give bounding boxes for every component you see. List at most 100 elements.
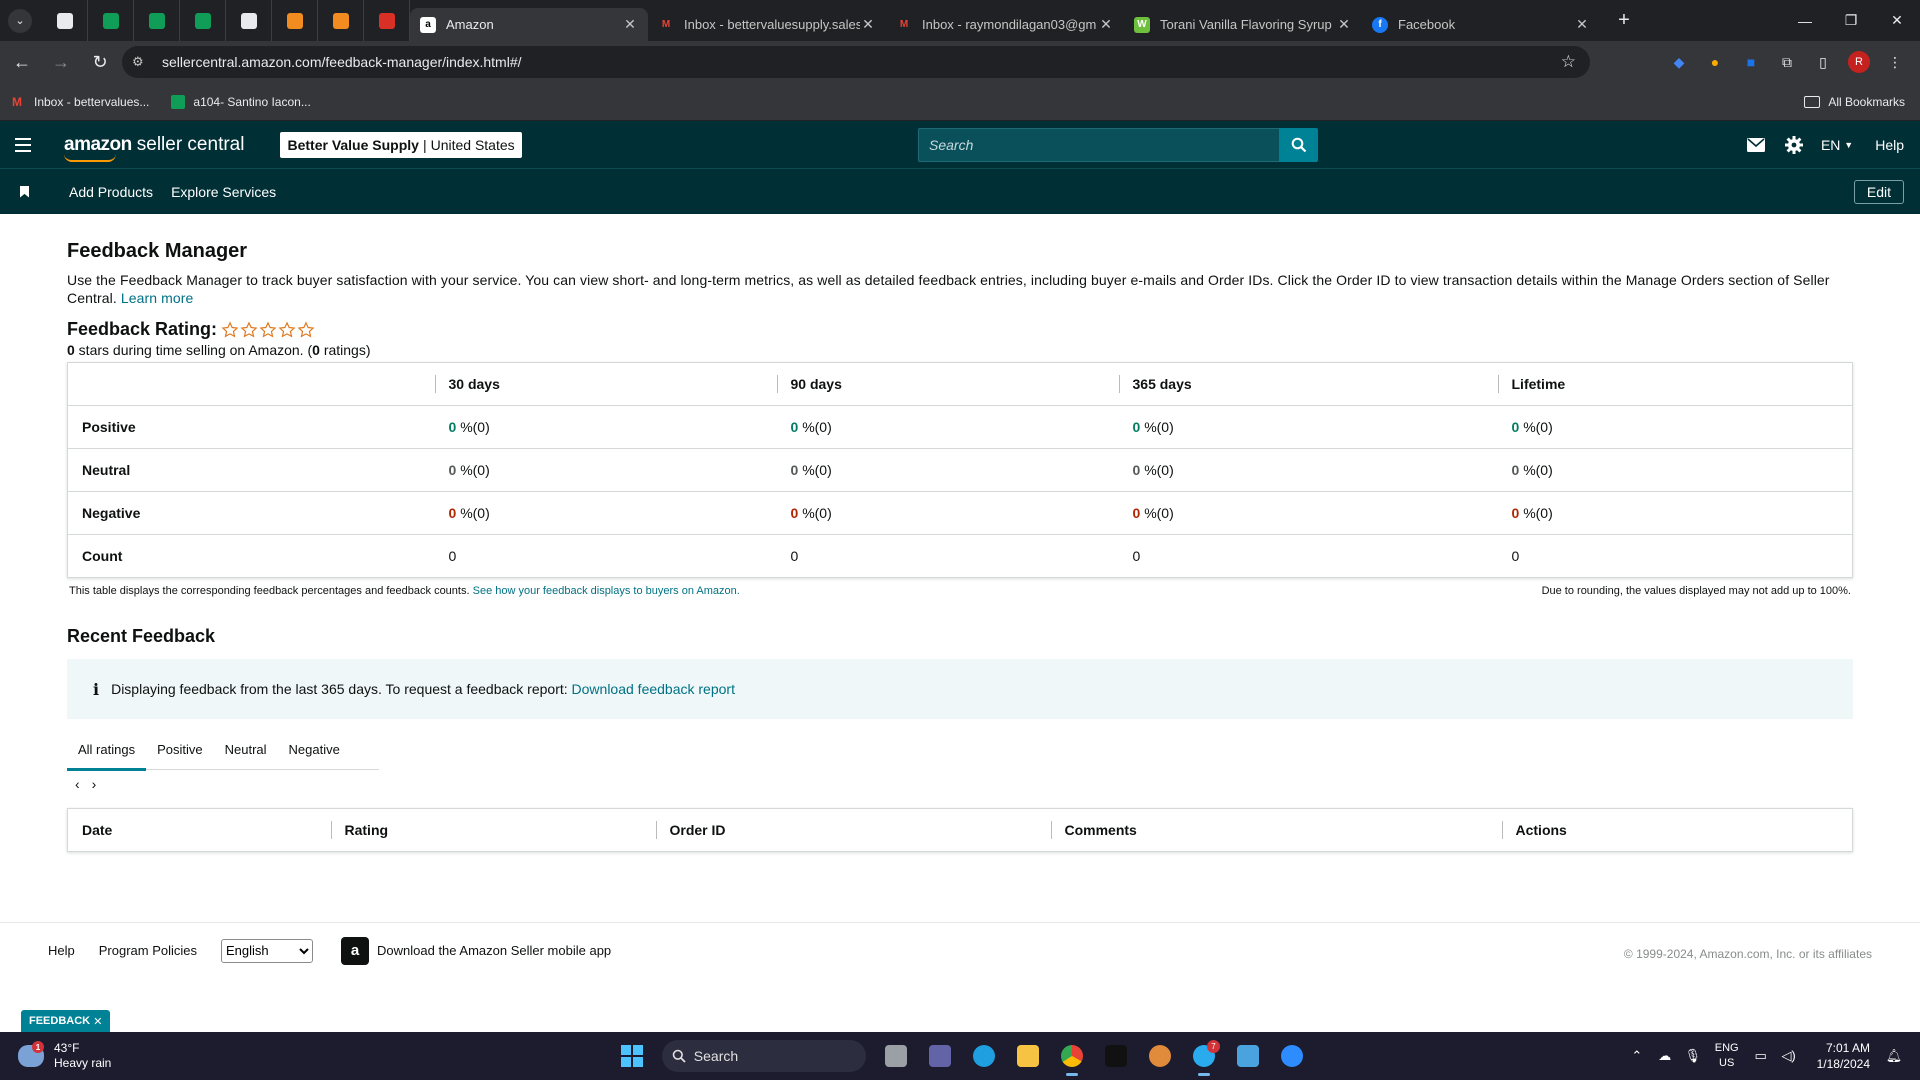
pinned-tab[interactable] xyxy=(318,0,364,41)
extension-icon[interactable]: ● xyxy=(1704,51,1726,73)
tab-all-ratings[interactable]: All ratings xyxy=(67,736,147,771)
restore-icon[interactable]: ❐ xyxy=(1828,0,1874,41)
header-help-link[interactable]: Help xyxy=(1875,137,1904,153)
tiktok-app[interactable] xyxy=(1098,1038,1134,1074)
microphone-icon[interactable]: 🎙︎ xyxy=(1679,1048,1707,1064)
feedback-display-link[interactable]: See how your feedback displays to buyers… xyxy=(473,585,740,597)
tab-amazon[interactable]: a Amazon ✕ xyxy=(410,8,648,41)
close-icon[interactable]: ✕ xyxy=(860,16,876,33)
footer-help-link[interactable]: Help xyxy=(48,943,75,958)
teams-app[interactable] xyxy=(922,1038,958,1074)
edge-icon xyxy=(973,1045,995,1067)
all-bookmarks[interactable]: All Bookmarks xyxy=(1804,95,1905,109)
download-report-link[interactable]: Download feedback report xyxy=(572,681,735,697)
pinned-tab[interactable] xyxy=(226,0,272,41)
task-view-button[interactable] xyxy=(878,1038,914,1074)
start-button[interactable] xyxy=(614,1038,650,1074)
edge-app[interactable] xyxy=(966,1038,1002,1074)
tab-positive[interactable]: Positive xyxy=(146,736,214,769)
notepad-app[interactable] xyxy=(1230,1038,1266,1074)
bookmark-star-icon[interactable]: ☆ xyxy=(1561,52,1576,72)
tab-facebook[interactable]: f Facebook ✕ xyxy=(1362,8,1600,41)
volume-icon[interactable]: ◁) xyxy=(1775,1048,1803,1064)
account-switcher[interactable]: Better Value Supply | United States xyxy=(280,131,522,158)
taskbar-search[interactable]: Search xyxy=(662,1040,866,1072)
settings-gear-icon[interactable] xyxy=(1775,136,1813,154)
tab-gmail-1[interactable]: M Inbox - bettervaluesupply.sales ✕ xyxy=(648,8,886,41)
pinned-tab[interactable] xyxy=(88,0,134,41)
row-label-positive: Positive xyxy=(67,405,435,449)
close-icon[interactable]: ✕ xyxy=(1336,16,1352,33)
file-explorer-app[interactable] xyxy=(1010,1038,1046,1074)
close-icon[interactable]: ✕ xyxy=(622,16,638,33)
weather-widget[interactable]: 1 43°F Heavy rain xyxy=(18,1041,111,1071)
table-header-empty xyxy=(67,362,435,406)
forward-icon[interactable]: → xyxy=(44,45,78,79)
nav-explore-services[interactable]: Explore Services xyxy=(171,184,276,200)
onedrive-icon[interactable]: ☁ xyxy=(1651,1048,1679,1064)
chevron-up-icon[interactable]: ⌃ xyxy=(1623,1048,1651,1064)
menu-dots-icon[interactable]: ⋮ xyxy=(1884,51,1906,73)
download-app-link[interactable]: a Download the Amazon Seller mobile app xyxy=(341,936,611,965)
chrome-app[interactable] xyxy=(1054,1038,1090,1076)
document-icon xyxy=(240,12,257,29)
positive-365-days: 0 %(0) xyxy=(1118,405,1498,449)
input-language[interactable]: ENG US xyxy=(1715,1041,1739,1071)
extension-icon[interactable]: ■ xyxy=(1740,51,1762,73)
bookmark-item[interactable]: a104- Santino Iacon... xyxy=(171,94,311,109)
profile-avatar[interactable]: R xyxy=(1848,51,1870,73)
footer-language-select[interactable]: English xyxy=(221,938,314,963)
logo-amazon: amazon xyxy=(64,133,132,155)
column-header-rating[interactable]: Rating xyxy=(330,809,656,852)
bookmark-item[interactable]: M Inbox - bettervalues... xyxy=(12,95,149,109)
pinned-tab[interactable] xyxy=(180,0,226,41)
notifications-bell-icon[interactable]: 🔔︎ xyxy=(1880,1048,1908,1064)
bookmark-icon[interactable] xyxy=(20,185,29,198)
nav-add-products[interactable]: Add Products xyxy=(69,184,153,200)
chevron-right-icon[interactable]: › xyxy=(92,776,97,792)
minimize-icon[interactable]: — xyxy=(1782,0,1828,41)
address-bar[interactable]: ⚙ sellercentral.amazon.com/feedback-mana… xyxy=(122,46,1590,78)
pinned-tab[interactable] xyxy=(134,0,180,41)
pinned-tab[interactable] xyxy=(42,0,88,41)
back-icon[interactable]: ← xyxy=(5,45,39,79)
telegram-app[interactable]: 7 xyxy=(1186,1038,1222,1076)
network-icon[interactable]: ▭ xyxy=(1747,1048,1775,1064)
reload-icon[interactable]: ↻ xyxy=(83,45,117,79)
count-30-days: 0 xyxy=(448,548,457,564)
search-button[interactable] xyxy=(1279,128,1318,162)
close-window-icon[interactable]: ✕ xyxy=(1874,0,1920,41)
tab-torani[interactable]: W Torani Vanilla Flavoring Syrup 7 ✕ xyxy=(1124,8,1362,41)
close-icon[interactable]: ✕ xyxy=(1574,16,1590,33)
feedback-widget-button[interactable]: FEEDBACK ✕ xyxy=(21,1010,111,1032)
game-app[interactable] xyxy=(1142,1038,1178,1074)
pinned-tab[interactable] xyxy=(272,0,318,41)
mail-icon[interactable] xyxy=(1737,138,1775,152)
column-header-date[interactable]: Date xyxy=(68,809,331,852)
tab-neutral[interactable]: Neutral xyxy=(214,736,278,769)
tab-negative[interactable]: Negative xyxy=(278,736,351,769)
tab-search-icon[interactable]: ⌄ xyxy=(8,8,32,33)
edit-nav-button[interactable]: Edit xyxy=(1853,180,1904,204)
table-note-text: This table displays the corresponding fe… xyxy=(69,585,470,597)
language-selector[interactable]: EN ▼ xyxy=(1821,137,1853,153)
extension-icon[interactable]: ◆ xyxy=(1668,51,1690,73)
footer-program-policies-link[interactable]: Program Policies xyxy=(99,943,197,958)
close-icon[interactable]: ✕ xyxy=(1098,16,1114,33)
learn-more-link[interactable]: Learn more xyxy=(121,290,194,306)
zoom-app[interactable] xyxy=(1274,1038,1310,1074)
url-text: sellercentral.amazon.com/feedback-manage… xyxy=(162,54,522,70)
hamburger-menu-icon[interactable] xyxy=(0,121,46,169)
close-icon[interactable]: ✕ xyxy=(93,1015,102,1028)
pinned-tab[interactable] xyxy=(364,0,410,41)
search-input[interactable]: Search xyxy=(918,128,1279,162)
clock[interactable]: 7:01 AM 1/18/2024 xyxy=(1817,1040,1870,1072)
side-panel-icon[interactable]: ▯ xyxy=(1812,51,1834,73)
seller-central-logo[interactable]: amazon seller central xyxy=(64,133,244,162)
chevron-left-icon[interactable]: ‹ xyxy=(75,776,80,792)
extensions-puzzle-icon[interactable]: ⧉ xyxy=(1776,51,1798,73)
rating-stars-value: 0 xyxy=(67,342,75,358)
site-info-icon[interactable]: ⚙ xyxy=(132,54,162,70)
new-tab-button[interactable]: + xyxy=(1610,9,1638,32)
tab-gmail-2[interactable]: M Inbox - raymondilagan03@gm ✕ xyxy=(886,8,1124,41)
